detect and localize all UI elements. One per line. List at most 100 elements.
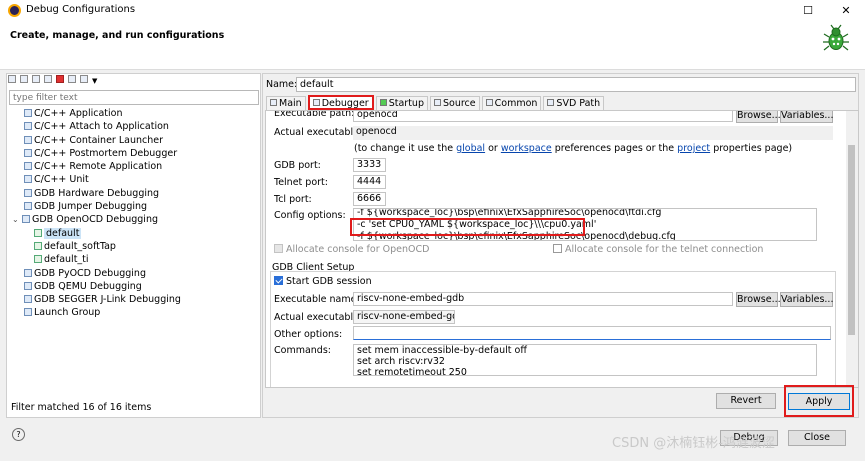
checkbox-icon bbox=[553, 244, 562, 253]
tcl-port-label: Tcl port: bbox=[274, 194, 312, 205]
tree-item-label: C/C++ Attach to Application bbox=[34, 121, 169, 133]
scrollbar-thumb[interactable] bbox=[848, 145, 855, 335]
export-icon[interactable] bbox=[32, 75, 40, 83]
tree-item-cpp-unit[interactable]: C/C++ Unit bbox=[10, 173, 260, 186]
startup-tab-icon bbox=[379, 99, 387, 106]
new-prototype-icon[interactable] bbox=[20, 75, 28, 83]
config-type-icon bbox=[24, 135, 32, 144]
delete-icon[interactable] bbox=[56, 75, 64, 83]
actual-exec-label: Actual executable: bbox=[274, 127, 363, 138]
tab-startup[interactable]: Startup bbox=[375, 96, 428, 111]
exec-path-input[interactable]: openocd bbox=[353, 111, 733, 122]
tree-item-gdb-segger[interactable]: GDB SEGGER J-Link Debugging bbox=[10, 293, 260, 306]
workspace-prefs-link[interactable]: workspace bbox=[501, 143, 552, 154]
tab-label: Main bbox=[279, 98, 302, 109]
alloc-telnet-checkbox[interactable]: Allocate console for the telnet connecti… bbox=[553, 244, 763, 255]
tab-debugger[interactable]: Debugger bbox=[307, 95, 374, 110]
tab-label: Common bbox=[494, 98, 538, 109]
checkbox-label: Allocate console for OpenOCD bbox=[286, 244, 430, 255]
gdb-exec-name-input[interactable]: riscv-none-embed-gdb bbox=[353, 292, 733, 306]
tree-item-launch-group[interactable]: Launch Group bbox=[10, 306, 260, 319]
project-props-link[interactable]: project bbox=[677, 143, 710, 154]
tree-item-label: C/C++ Remote Application bbox=[34, 161, 163, 173]
panel-scrollbar[interactable] bbox=[846, 111, 858, 387]
debug-bug-icon bbox=[823, 24, 849, 51]
openocd-browse-button[interactable]: Browse... bbox=[736, 111, 781, 123]
source-tab-icon bbox=[433, 99, 441, 106]
filter-status: Filter matched 16 of 16 items bbox=[11, 402, 152, 413]
tree-item-gdb-qemu[interactable]: GDB QEMU Debugging bbox=[10, 280, 260, 293]
duplicate-icon[interactable] bbox=[44, 75, 52, 83]
config-tabs: Main Debugger Startup Source Common SVD Path bbox=[266, 95, 606, 111]
tab-main[interactable]: Main bbox=[266, 96, 306, 111]
apply-button[interactable]: Apply bbox=[788, 393, 850, 410]
tree-item-label: GDB OpenOCD Debugging bbox=[32, 214, 158, 226]
tree-item-cpp-application[interactable]: C/C++ Application bbox=[10, 107, 260, 120]
tree-item-default-softtap[interactable]: default_softTap bbox=[10, 240, 260, 253]
hint-text: or bbox=[488, 143, 498, 154]
name-input[interactable]: default bbox=[296, 77, 856, 92]
command-line: set mem inaccessible-by-default off bbox=[357, 345, 527, 356]
tree-item-cpp-postmortem[interactable]: C/C++ Postmortem Debugger bbox=[10, 147, 260, 160]
common-tab-icon bbox=[485, 99, 493, 106]
tree-item-label: default_softTap bbox=[44, 240, 116, 252]
tree-item-label: GDB QEMU Debugging bbox=[34, 280, 142, 292]
tree-item-label: GDB Jumper Debugging bbox=[34, 201, 148, 213]
commands-textarea[interactable]: set mem inaccessible-by-default off set … bbox=[353, 344, 817, 376]
telnet-port-input[interactable]: 4444 bbox=[353, 175, 386, 189]
filter-icon[interactable] bbox=[80, 75, 88, 83]
command-line: set arch riscv:rv32 bbox=[357, 356, 445, 367]
view-menu-chevron-icon[interactable]: ▼ bbox=[92, 77, 97, 85]
gdb-port-input[interactable]: 3333 bbox=[353, 158, 386, 172]
tree-item-label: GDB Hardware Debugging bbox=[34, 187, 160, 199]
tab-common[interactable]: Common bbox=[481, 96, 542, 111]
config-type-icon bbox=[24, 202, 32, 211]
hint-text: properties page) bbox=[713, 143, 793, 154]
gdb-variables-button[interactable]: Variables... bbox=[780, 292, 833, 307]
launch-config-icon bbox=[34, 255, 42, 264]
tree-item-cpp-container[interactable]: C/C++ Container Launcher bbox=[10, 134, 260, 147]
tcl-port-input[interactable]: 6666 bbox=[353, 192, 386, 206]
maximize-button[interactable]: ☐ bbox=[796, 2, 820, 20]
tree-item-default-ti[interactable]: default_ti bbox=[10, 253, 260, 266]
tree-item-cpp-remote[interactable]: C/C++ Remote Application bbox=[10, 160, 260, 173]
launch-config-icon bbox=[34, 241, 42, 250]
tab-source[interactable]: Source bbox=[429, 96, 480, 111]
eclipse-app-icon bbox=[8, 4, 21, 17]
config-type-icon bbox=[24, 281, 32, 290]
config-options-label: Config options: bbox=[274, 210, 346, 221]
close-button[interactable]: Close bbox=[788, 430, 846, 446]
revert-button[interactable]: Revert bbox=[716, 393, 776, 409]
close-window-button[interactable]: ✕ bbox=[834, 2, 858, 20]
config-type-icon bbox=[24, 148, 32, 157]
other-options-input[interactable] bbox=[353, 326, 831, 340]
tree-item-label: Launch Group bbox=[34, 307, 101, 319]
tree-item-label: C/C++ Container Launcher bbox=[34, 134, 164, 146]
alloc-openocd-checkbox[interactable]: Allocate console for OpenOCD bbox=[274, 244, 429, 255]
config-type-icon bbox=[24, 295, 32, 304]
tree-item-gdb-hardware[interactable]: GDB Hardware Debugging bbox=[10, 187, 260, 200]
help-icon[interactable]: ? bbox=[12, 428, 25, 441]
config-type-icon bbox=[24, 188, 32, 197]
collapse-all-icon[interactable] bbox=[68, 75, 76, 83]
global-prefs-link[interactable]: global bbox=[456, 143, 485, 154]
gdb-browse-button[interactable]: Browse... bbox=[736, 292, 781, 307]
tree-item-gdb-jumper[interactable]: GDB Jumper Debugging bbox=[10, 200, 260, 213]
expanded-chevron-icon[interactable]: ⌄ bbox=[12, 213, 22, 226]
tab-svd-path[interactable]: SVD Path bbox=[543, 96, 605, 111]
tree-item-default[interactable]: default bbox=[10, 227, 260, 240]
tab-label: Startup bbox=[388, 98, 424, 109]
tree-item-gdb-openocd[interactable]: ⌄ GDB OpenOCD Debugging bbox=[10, 213, 260, 226]
tree-item-cpp-attach[interactable]: C/C++ Attach to Application bbox=[10, 120, 260, 133]
new-config-icon[interactable] bbox=[8, 75, 16, 83]
svd-tab-icon bbox=[547, 99, 555, 106]
gdb-actual-exec-label: Actual executable: bbox=[274, 312, 363, 323]
tab-label: Source bbox=[442, 98, 476, 109]
filter-input[interactable] bbox=[9, 90, 259, 105]
openocd-variables-button[interactable]: Variables... bbox=[780, 111, 833, 123]
start-gdb-checkbox[interactable]: Start GDB session bbox=[274, 276, 372, 287]
telnet-port-label: Telnet port: bbox=[274, 177, 328, 188]
exec-path-label: Executable path: bbox=[274, 110, 355, 119]
gdb-exec-name-label: Executable name: bbox=[274, 294, 360, 305]
tree-item-gdb-pyocd[interactable]: GDB PyOCD Debugging bbox=[10, 267, 260, 280]
